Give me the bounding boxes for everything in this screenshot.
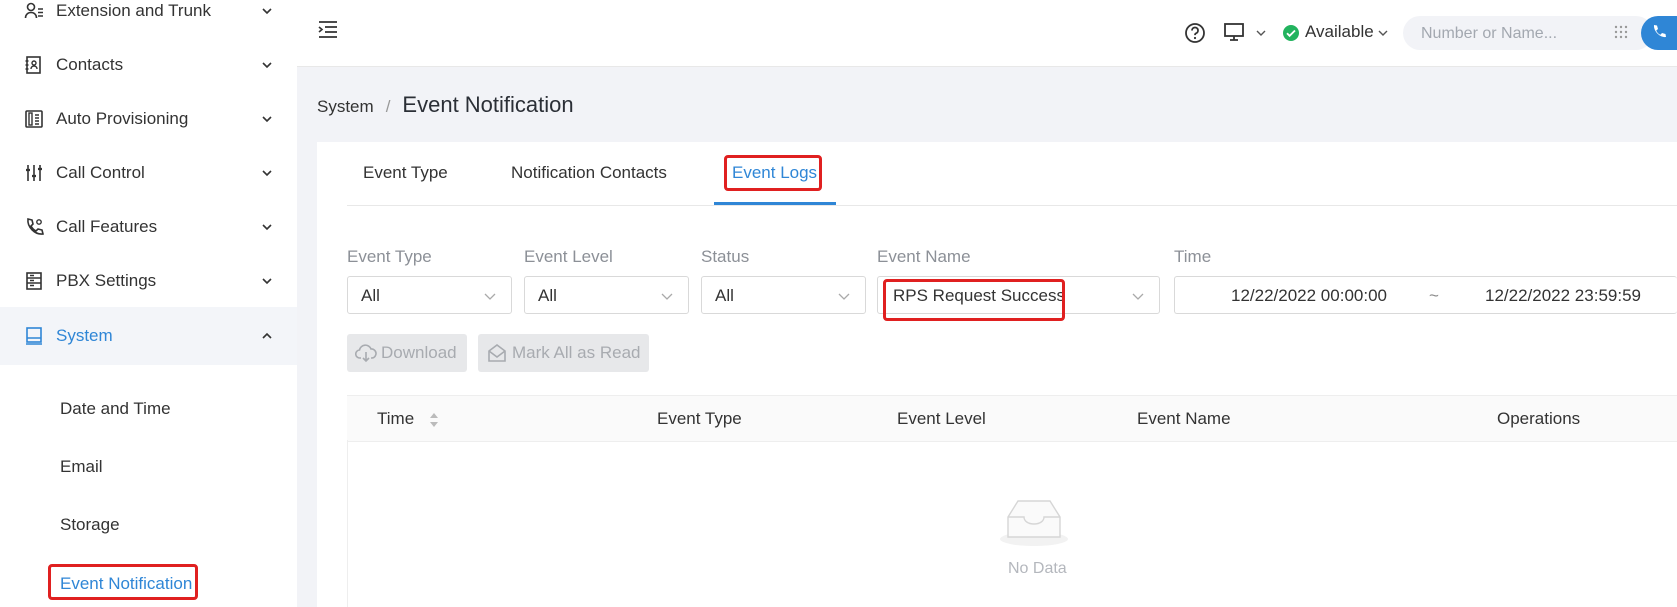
- sidebar-item-auto-provisioning[interactable]: Auto Provisioning: [0, 90, 297, 148]
- select-value: All: [715, 286, 734, 305]
- breadcrumb-parent[interactable]: System: [317, 97, 374, 117]
- chevron-down-icon: [1132, 293, 1144, 300]
- sidebar-item-extension-and-trunk[interactable]: Extension and Trunk: [0, 0, 297, 40]
- filter-label-status: Status: [701, 247, 750, 266]
- column-header-operations: Operations: [1497, 409, 1581, 428]
- contacts-book-icon: [24, 55, 44, 75]
- page-title: Event Notification: [402, 92, 574, 117]
- download-label: Download: [381, 343, 457, 362]
- sidebar-subitem-label: Event Notification: [60, 574, 193, 593]
- help-icon[interactable]: [1184, 22, 1206, 44]
- sliders-icon: [24, 163, 44, 183]
- time-range-end: 12/22/2022 23:59:59: [1485, 286, 1641, 305]
- column-header-event-name: Event Name: [1137, 409, 1231, 428]
- filter-label-event-level: Event Level: [524, 247, 613, 266]
- filter-label-event-name: Event Name: [877, 247, 971, 266]
- sidebar-item-label: Call Control: [56, 163, 145, 182]
- sidebar-item-pbx-settings[interactable]: PBX Settings: [0, 252, 297, 310]
- sidebar-subitem-event-notification[interactable]: Event Notification: [0, 560, 297, 604]
- chevron-down-icon[interactable]: [1255, 27, 1267, 39]
- phone-device-icon: [24, 109, 44, 129]
- column-header-event-type: Event Type: [657, 409, 742, 428]
- tab-active-indicator: [714, 202, 836, 205]
- menu-collapse-icon[interactable]: [317, 18, 339, 40]
- sidebar-subitem-label: Date and Time: [60, 399, 171, 418]
- empty-inbox-icon: [1000, 500, 1068, 546]
- download-button[interactable]: Download: [347, 334, 467, 372]
- tab-bar: Event Type Notification Contacts Event L…: [347, 142, 1677, 206]
- chevron-down-icon[interactable]: [1377, 27, 1389, 39]
- dialpad-icon[interactable]: [1613, 24, 1629, 40]
- dial-search-input[interactable]: [1419, 16, 1613, 52]
- filter-label-time: Time: [1174, 247, 1212, 266]
- sidebar-subitem-label: Email: [60, 457, 103, 476]
- sidebar-item-label: Call Features: [56, 217, 158, 236]
- chevron-down-icon: [262, 62, 272, 69]
- chevron-down-icon: [262, 116, 272, 123]
- sidebar-subitem-email[interactable]: Email: [0, 438, 297, 496]
- chevron-down-icon: [661, 293, 673, 300]
- chevron-down-icon: [838, 293, 850, 300]
- highlight-box: [883, 279, 1065, 321]
- phone-settings-icon: [24, 217, 44, 237]
- status-select[interactable]: All: [701, 276, 866, 314]
- sidebar-item-call-features[interactable]: Call Features: [0, 198, 297, 256]
- sidebar-item-label: Extension and Trunk: [56, 1, 211, 20]
- chevron-down-icon: [262, 8, 272, 15]
- table-body: No Data: [347, 440, 1677, 607]
- cloud-download-icon: [355, 344, 377, 363]
- content-card: Event Type Notification Contacts Event L…: [317, 142, 1677, 607]
- tab-notification-contacts[interactable]: Notification Contacts: [511, 163, 667, 183]
- event-level-select[interactable]: All: [524, 276, 689, 314]
- sidebar-item-contacts[interactable]: Contacts: [0, 36, 297, 94]
- chevron-up-icon: [262, 332, 272, 339]
- sidebar-subitem-label: Storage: [60, 515, 120, 534]
- sidebar-item-system[interactable]: System: [0, 307, 297, 365]
- filter-label-event-type: Event Type: [347, 247, 432, 266]
- envelope-open-icon: [488, 344, 506, 362]
- column-header-time[interactable]: Time: [377, 409, 414, 429]
- call-button[interactable]: [1641, 16, 1677, 50]
- mark-all-read-label: Mark All as Read: [512, 343, 641, 362]
- sidebar-subitem-storage[interactable]: Storage: [0, 496, 297, 554]
- breadcrumb: System / Event Notification: [317, 92, 574, 118]
- sidebar-item-label: Contacts: [56, 55, 124, 74]
- column-header-event-level: Event Level: [897, 409, 986, 428]
- event-type-select[interactable]: All: [347, 276, 512, 314]
- presence-status[interactable]: Available: [1305, 22, 1374, 42]
- device-monitor-icon[interactable]: [1223, 21, 1245, 43]
- chevron-down-icon: [262, 224, 272, 231]
- time-range-separator: ~: [1429, 286, 1439, 305]
- time-range-picker[interactable]: 12/22/2022 00:00:00 ~ 12/22/2022 23:59:5…: [1174, 276, 1677, 314]
- empty-state-text: No Data: [1008, 560, 1067, 577]
- sidebar-item-label: PBX Settings: [56, 271, 157, 290]
- breadcrumb-separator: /: [385, 97, 391, 116]
- mark-all-read-button[interactable]: Mark All as Read: [478, 334, 649, 372]
- server-icon: [24, 271, 44, 291]
- top-bar: Available: [297, 0, 1677, 67]
- table-header: Time Event Type Event Level Event Name O…: [347, 395, 1677, 442]
- chevron-down-icon: [484, 293, 496, 300]
- main-content: Available System / Event Notification Ev…: [297, 0, 1677, 607]
- sidebar-item-label: Auto Provisioning: [56, 109, 189, 128]
- monitor-icon: [24, 326, 44, 346]
- chevron-down-icon: [262, 170, 272, 177]
- phone-icon: [1653, 25, 1666, 38]
- sidebar: Extension and Trunk Contacts Auto Provis…: [0, 0, 297, 607]
- sidebar-item-call-control[interactable]: Call Control: [0, 144, 297, 202]
- select-value: All: [361, 286, 380, 305]
- user-list-icon: [24, 1, 44, 21]
- select-value: All: [538, 286, 557, 305]
- sort-icon[interactable]: [429, 412, 439, 428]
- check-circle-icon: [1283, 25, 1299, 41]
- tab-event-type[interactable]: Event Type: [363, 163, 448, 183]
- sidebar-subitem-date-and-time[interactable]: Date and Time: [0, 380, 297, 438]
- time-range-start: 12/22/2022 00:00:00: [1231, 286, 1387, 305]
- chevron-down-icon: [262, 278, 272, 285]
- sidebar-item-label: System: [56, 326, 113, 345]
- highlight-box: [724, 155, 822, 191]
